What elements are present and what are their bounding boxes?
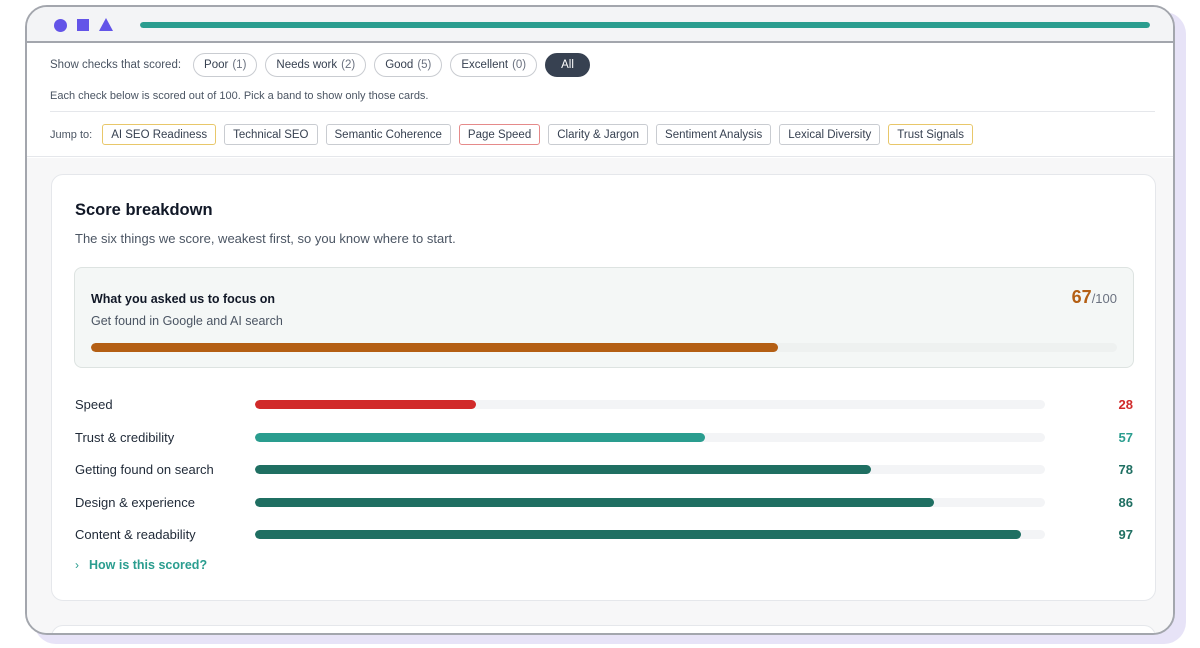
metric-value: 86 xyxy=(1118,495,1133,510)
jump-chip-semantic-coherence[interactable]: Semantic Coherence xyxy=(325,124,451,145)
filter-good-button[interactable]: Good (5) xyxy=(374,53,443,77)
metric-value: 57 xyxy=(1118,430,1133,445)
filter-option-count: (1) xyxy=(232,59,247,71)
metric-progress-fill xyxy=(255,498,935,507)
metric-label: Getting found on search xyxy=(75,462,214,477)
filter-option-label: Poor xyxy=(204,59,229,71)
chevron-right-icon: › xyxy=(75,558,79,572)
metric-label: Speed xyxy=(75,397,113,412)
square-icon xyxy=(77,19,89,31)
metric-value: 28 xyxy=(1118,397,1133,412)
metric-label: Content & readability xyxy=(75,527,196,542)
filter-excellent-button[interactable]: Excellent (0) xyxy=(450,53,538,77)
jump-chip-lexical-diversity[interactable]: Lexical Diversity xyxy=(779,124,881,145)
filter-option-count: (5) xyxy=(417,59,432,71)
triangle-icon xyxy=(99,18,113,31)
browser-frame: Show checks that scored: Poor (1) Needs … xyxy=(25,5,1175,635)
filter-option-label: Needs work xyxy=(276,59,338,71)
focus-progress-track xyxy=(91,343,1117,352)
jump-nav: Jump to: AI SEO Readiness Technical SEO … xyxy=(50,124,981,145)
metric-progress-track xyxy=(255,498,1045,507)
main-content: Score breakdown The six things we score,… xyxy=(27,158,1173,633)
jump-chip-trust-signals[interactable]: Trust Signals xyxy=(888,124,973,145)
metric-value: 97 xyxy=(1118,527,1133,542)
metric-progress-track xyxy=(255,400,1045,409)
focus-score: 67/100 xyxy=(1072,287,1117,308)
filter-helper-text: Each check below is scored out of 100. P… xyxy=(50,90,429,102)
focus-subtitle: Get found in Google and AI search xyxy=(91,314,283,328)
metric-progress-fill xyxy=(255,465,872,474)
focus-score-value: 67 xyxy=(1071,287,1092,307)
focus-title: What you asked us to focus on xyxy=(91,292,276,306)
address-bar[interactable] xyxy=(140,22,1150,28)
metric-row-content: Content & readability 97 xyxy=(75,525,1133,545)
metric-progress-track xyxy=(255,433,1045,442)
metric-row-design: Design & experience 86 xyxy=(75,493,1133,513)
score-filter-row: Show checks that scored: Poor (1) Needs … xyxy=(50,53,598,77)
divider xyxy=(50,111,1155,112)
metric-progress-fill xyxy=(255,400,477,409)
filter-option-label: Good xyxy=(385,59,414,71)
browser-toolbar xyxy=(27,7,1173,43)
metric-label: Design & experience xyxy=(75,495,195,510)
metric-row-search: Getting found on search 78 xyxy=(75,460,1133,480)
metric-value: 78 xyxy=(1118,462,1133,477)
filter-needs-work-button[interactable]: Needs work (2) xyxy=(265,53,367,77)
jump-chip-sentiment-analysis[interactable]: Sentiment Analysis xyxy=(656,124,772,145)
jump-chip-ai-seo-readiness[interactable]: AI SEO Readiness xyxy=(102,124,217,145)
filter-label: Show checks that scored: xyxy=(50,59,182,71)
card-title: Score breakdown xyxy=(75,201,213,219)
how-scored-label: How is this scored? xyxy=(89,558,208,572)
jump-chip-clarity-jargon[interactable]: Clarity & Jargon xyxy=(548,124,649,145)
how-scored-toggle[interactable]: › How is this scored? xyxy=(75,558,207,572)
filter-option-count: (2) xyxy=(341,59,356,71)
filter-option-count: (0) xyxy=(512,59,527,71)
jump-chip-technical-seo[interactable]: Technical SEO xyxy=(224,124,318,145)
filter-panel: Show checks that scored: Poor (1) Needs … xyxy=(27,43,1173,157)
focus-progress-fill xyxy=(91,343,779,352)
metric-progress-fill xyxy=(255,530,1022,539)
jump-label: Jump to: xyxy=(50,128,93,141)
filter-option-label: Excellent xyxy=(461,59,509,71)
metric-label: Trust & credibility xyxy=(75,430,175,445)
filter-all-button[interactable]: All xyxy=(545,53,590,77)
metric-progress-track xyxy=(255,465,1045,474)
metric-row-trust: Trust & credibility 57 xyxy=(75,428,1133,448)
address-bar-progress xyxy=(140,22,1150,28)
card-subtitle: The six things we score, weakest first, … xyxy=(75,231,456,246)
focus-summary: What you asked us to focus on Get found … xyxy=(74,267,1134,368)
filter-poor-button[interactable]: Poor (1) xyxy=(193,53,258,77)
next-card xyxy=(51,625,1156,633)
score-breakdown-card: Score breakdown The six things we score,… xyxy=(51,174,1156,601)
focus-score-denominator: /100 xyxy=(1091,291,1117,306)
metric-progress-fill xyxy=(255,433,706,442)
metric-progress-track xyxy=(255,530,1045,539)
circle-icon xyxy=(54,19,67,32)
metric-row-speed: Speed 28 xyxy=(75,395,1133,415)
jump-chip-page-speed[interactable]: Page Speed xyxy=(458,124,541,145)
